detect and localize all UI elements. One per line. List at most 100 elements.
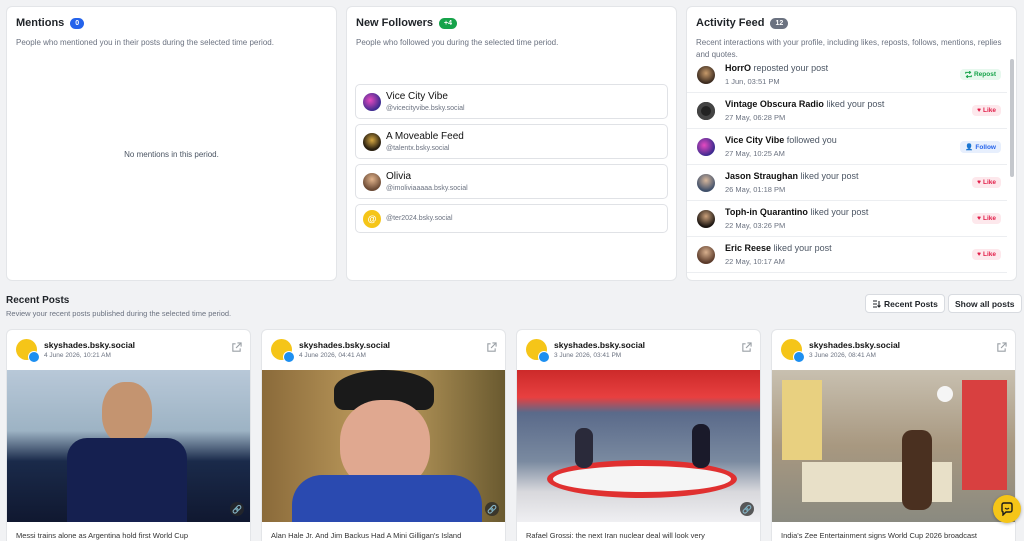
avatar	[781, 339, 805, 363]
activity-date: 27 May, 06:28 PM	[725, 113, 786, 122]
external-link-icon[interactable]	[231, 342, 242, 353]
followers-subtitle: People who followed you during the selec…	[356, 38, 559, 47]
mentions-subtitle: People who mentioned you in their posts …	[16, 38, 274, 47]
activity-item[interactable]: Vintage Obscura Radio liked your post 27…	[687, 93, 1007, 129]
activity-user[interactable]: Jason Straughan	[725, 171, 798, 181]
post-handle[interactable]: skyshades.bsky.social	[554, 340, 645, 350]
activity-item[interactable]: Eric Reese liked your post 22 May, 10:17…	[687, 237, 1007, 273]
avatar: @	[363, 209, 381, 228]
followers-count-badge: +4	[439, 17, 458, 29]
recent-posts-subtitle: Review your recent posts published durin…	[6, 309, 232, 318]
post-caption: India's Zee Entertainment signs World Cu…	[781, 531, 977, 540]
post-date: 3 June 2026, 03:41 PM	[554, 352, 622, 359]
follower-handle: @talentx.bsky.social	[386, 145, 450, 152]
heart-icon: ♥	[977, 215, 981, 222]
heart-icon: ♥	[977, 179, 981, 186]
avatar	[697, 137, 715, 156]
post-date: 4 June 2026, 04:41 AM	[299, 352, 366, 359]
post-caption: Rafael Grossi: the next Iran nuclear dea…	[526, 531, 705, 540]
activity-user[interactable]: Eric Reese	[725, 243, 771, 253]
activity-item[interactable]: Jason Straughan liked your post 26 May, …	[687, 165, 1007, 201]
follower-item[interactable]: Vice City Vibe @vicecityvibe.bsky.social	[355, 84, 668, 119]
activity-item[interactable]: Vice City Vibe followed you 27 May, 10:2…	[687, 129, 1007, 165]
activity-action: liked your post	[826, 99, 885, 109]
repost-badge: Repost	[959, 69, 1001, 80]
external-link-icon[interactable]	[486, 342, 497, 353]
avatar	[697, 245, 715, 264]
activity-user[interactable]: Vintage Obscura Radio	[725, 99, 824, 109]
activity-title: Activity Feed 12	[696, 17, 789, 29]
avatar	[697, 65, 715, 84]
activity-date: 1 Jun, 03:51 PM	[725, 77, 780, 86]
follower-name: A Moveable Feed	[386, 131, 464, 142]
mentions-title: Mentions 0	[16, 17, 85, 29]
followers-card: New Followers +4 People who followed you…	[346, 6, 677, 281]
recent-posts-title: Recent Posts	[6, 295, 70, 306]
avatar	[363, 132, 381, 151]
avatar	[697, 173, 715, 192]
heart-icon: ♥	[977, 251, 981, 258]
like-badge: ♥ Like	[972, 177, 1001, 188]
followers-title: New Followers +4	[356, 17, 458, 29]
heart-icon: ♥	[977, 107, 981, 114]
link-icon[interactable]: 🔗	[740, 502, 754, 516]
post-date: 3 June 2026, 08:41 AM	[809, 352, 876, 359]
post-date: 4 June 2026, 10:21 AM	[44, 352, 111, 359]
activity-date: 26 May, 01:18 PM	[725, 185, 786, 194]
follower-item[interactable]: A Moveable Feed @talentx.bsky.social	[355, 124, 668, 159]
chat-icon	[1001, 502, 1013, 516]
mentions-count-badge: 0	[70, 17, 85, 29]
sort-icon	[873, 299, 881, 308]
follower-handle: @imoliviaaaaa.bsky.social	[386, 185, 468, 192]
post-caption: Messi trains alone as Argentina hold fir…	[16, 531, 189, 540]
activity-action: followed you	[786, 135, 837, 145]
follower-handle: @vicecityvibe.bsky.social	[386, 105, 465, 112]
follower-name: Olivia	[386, 171, 412, 182]
activity-item[interactable]: Toph-in Quarantino liked your post 22 Ma…	[687, 201, 1007, 237]
external-link-icon[interactable]	[996, 342, 1007, 353]
post-handle[interactable]: skyshades.bsky.social	[809, 340, 900, 350]
like-badge: ♥ Like	[972, 213, 1001, 224]
activity-action: liked your post	[800, 171, 859, 181]
activity-action: liked your post	[773, 243, 832, 253]
like-badge: ♥ Like	[972, 249, 1001, 260]
avatar	[271, 339, 295, 363]
activity-item[interactable]: HorrO reposted your post 1 Jun, 03:51 PM…	[687, 57, 1007, 93]
post-card[interactable]: skyshades.bsky.social 4 June 2026, 10:21…	[6, 329, 251, 541]
follower-item[interactable]: @ @ter2024.bsky.social	[355, 204, 668, 233]
avatar	[363, 172, 381, 191]
post-card[interactable]: skyshades.bsky.social 3 June 2026, 08:41…	[771, 329, 1016, 541]
user-icon: 👤	[965, 144, 974, 151]
follower-item[interactable]: Olivia @imoliviaaaaa.bsky.social	[355, 164, 668, 199]
avatar	[697, 209, 715, 228]
like-badge: ♥ Like	[972, 105, 1001, 116]
post-image[interactable]: 🔗	[517, 370, 760, 522]
post-image[interactable]	[772, 370, 1015, 522]
link-icon[interactable]: 🔗	[230, 502, 244, 516]
show-all-posts-button[interactable]: Show all posts	[948, 294, 1022, 313]
post-image[interactable]: 🔗	[7, 370, 250, 522]
activity-card: Activity Feed 12 Recent interactions wit…	[686, 6, 1017, 281]
post-handle[interactable]: skyshades.bsky.social	[299, 340, 390, 350]
chat-button[interactable]	[993, 495, 1021, 523]
activity-user[interactable]: Toph-in Quarantino	[725, 207, 808, 217]
post-image[interactable]: 🔗	[262, 370, 505, 522]
follower-name: Vice City Vibe	[386, 91, 448, 102]
follower-handle: @ter2024.bsky.social	[386, 215, 453, 222]
activity-scrollbar[interactable]	[1010, 59, 1014, 177]
activity-date: 22 May, 10:17 AM	[725, 257, 785, 266]
activity-user[interactable]: Vice City Vibe	[725, 135, 784, 145]
avatar	[697, 101, 715, 120]
avatar	[526, 339, 550, 363]
follow-badge: 👤 Follow	[960, 141, 1001, 153]
post-handle[interactable]: skyshades.bsky.social	[44, 340, 135, 350]
post-card[interactable]: skyshades.bsky.social 3 June 2026, 03:41…	[516, 329, 761, 541]
recent-posts-button[interactable]: Recent Posts	[865, 294, 945, 313]
link-icon[interactable]: 🔗	[485, 502, 499, 516]
avatar	[16, 339, 40, 363]
external-link-icon[interactable]	[741, 342, 752, 353]
post-card[interactable]: skyshades.bsky.social 4 June 2026, 04:41…	[261, 329, 506, 541]
activity-user[interactable]: HorrO	[725, 63, 751, 73]
at-icon: @	[367, 213, 377, 224]
mentions-card: Mentions 0 People who mentioned you in t…	[6, 6, 337, 281]
